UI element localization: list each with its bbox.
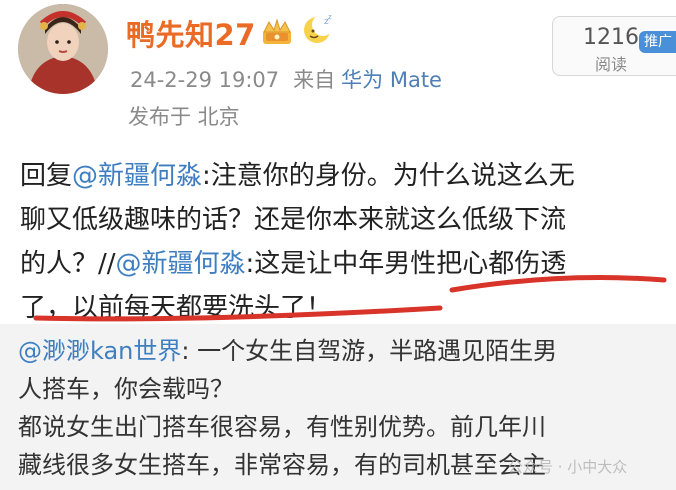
post-timestamp: 24-2-29 19:07 — [130, 68, 280, 92]
reply-line-3-prefix: 的人？// — [20, 249, 116, 279]
post-location: 发布于 北京 — [128, 105, 240, 129]
read-count-box: 1216 阅读 推广 — [552, 16, 676, 76]
reply-line-1: 回复@新疆何淼:注意你的身份。为什么说这么无 — [20, 154, 670, 198]
post-source-prefix: 来自 — [293, 68, 336, 92]
username[interactable]: 鸭先知27 — [126, 12, 256, 54]
svg-text:z: z — [328, 13, 332, 21]
reply-line-3-text: :这是让中年男性把心都伤透 — [245, 249, 567, 279]
reply-line-3: 的人？//@新疆何淼:这是让中年男性把心都伤透 — [20, 242, 670, 286]
quoted-line-1-text: : 一个女生自驾游，半路遇见陌生男 — [181, 337, 558, 365]
reply-prefix: 回复 — [20, 161, 73, 191]
moon-badge-icon[interactable]: z z — [300, 12, 334, 46]
avatar[interactable] — [18, 4, 108, 94]
mention-link[interactable]: @新疆何淼 — [116, 249, 246, 279]
quoted-line-1: @渺渺kan世界: 一个女生自驾游，半路遇见陌生男 — [18, 332, 668, 370]
promo-tag: 推广 — [639, 31, 676, 53]
avatar-image — [18, 4, 108, 94]
quoted-author-link[interactable]: @渺渺kan世界 — [18, 337, 181, 365]
watermark: 公众号 · 小中大众 — [508, 458, 628, 476]
post-meta: 24-2-29 19:07 来自 华为 Mate — [130, 64, 442, 94]
mention-link[interactable]: @新疆何淼 — [72, 161, 202, 191]
crown-badge-icon[interactable] — [260, 16, 294, 48]
reply-text: 回复@新疆何淼:注意你的身份。为什么说这么无 聊又低级趣味的话？还是你本来就这么… — [20, 154, 670, 330]
read-label: 阅读 — [594, 55, 627, 74]
reply-line-2: 聊又低级趣味的话？还是你本来就这么低级下流 — [20, 205, 567, 235]
quoted-line-3: 都说女生出门搭车很容易，有性别优势。前几年川 — [18, 413, 546, 441]
reply-line-1-text: :注意你的身份。为什么说这么无 — [202, 161, 575, 191]
post-device-link[interactable]: 华为 Mate — [341, 68, 442, 92]
quoted-line-2: 人搭车，你会载吗？ — [18, 375, 234, 403]
